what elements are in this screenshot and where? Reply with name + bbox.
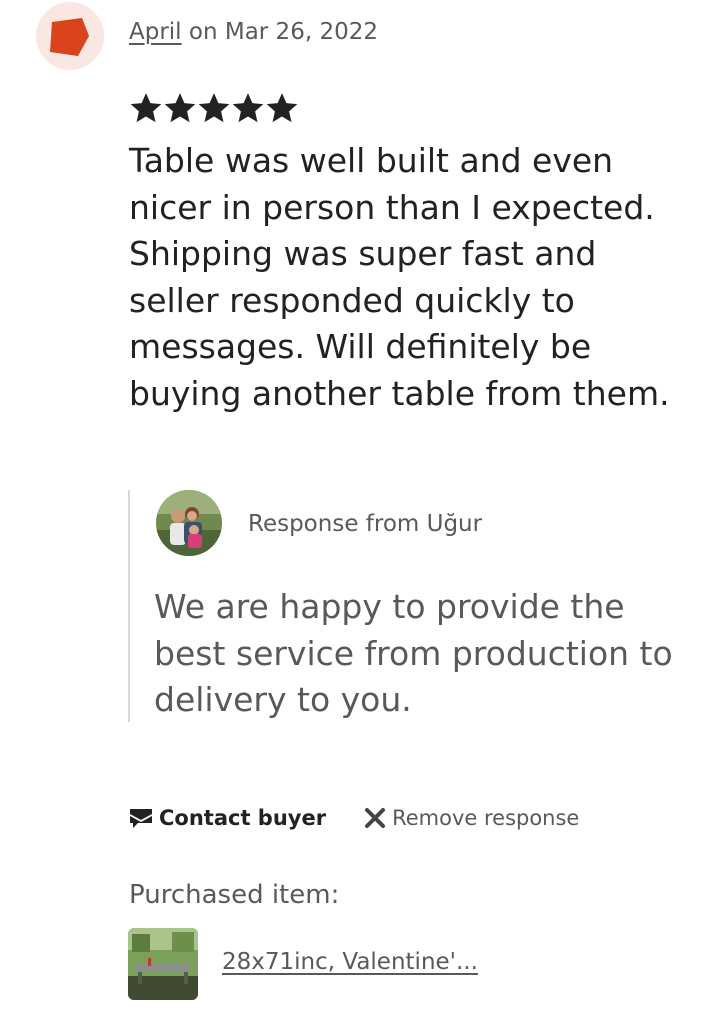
contact-buyer-button[interactable]: Contact buyer <box>129 806 326 830</box>
star-icon <box>164 93 196 123</box>
star-rating <box>129 90 299 126</box>
star-icon <box>198 93 230 123</box>
remove-response-label: Remove response <box>392 806 580 830</box>
pentagon-avatar-icon <box>50 18 89 56</box>
purchased-item-thumbnail[interactable] <box>128 928 198 1000</box>
seller-photo-icon <box>156 490 222 556</box>
review-date: on Mar 26, 2022 <box>181 19 378 45</box>
purchased-item-link[interactable]: 28x71inc, Valentine'... <box>222 949 478 975</box>
response-label: Response from Uğur <box>248 511 483 537</box>
remove-response-button[interactable]: Remove response <box>364 806 579 830</box>
seller-avatar <box>156 490 222 556</box>
reviewer-name-link[interactable]: April <box>129 19 182 45</box>
review-actions: Contact buyer Remove response <box>129 800 579 836</box>
star-icon <box>266 93 298 123</box>
reviewer-avatar <box>36 2 104 70</box>
review-meta: April on Mar 26, 2022 <box>129 19 378 45</box>
review-text: Table was well built and even nicer in p… <box>129 141 670 413</box>
purchased-item-label: Purchased item: <box>129 880 340 910</box>
item-photo-icon <box>128 928 198 1000</box>
contact-buyer-label: Contact buyer <box>159 806 327 830</box>
star-icon <box>232 93 264 123</box>
seller-response: Response from Uğur We are happy to provi… <box>128 490 690 722</box>
envelope-icon <box>130 809 152 828</box>
response-text: We are happy to provide the best service… <box>154 587 673 719</box>
close-icon <box>365 808 386 828</box>
star-icon <box>130 93 162 123</box>
